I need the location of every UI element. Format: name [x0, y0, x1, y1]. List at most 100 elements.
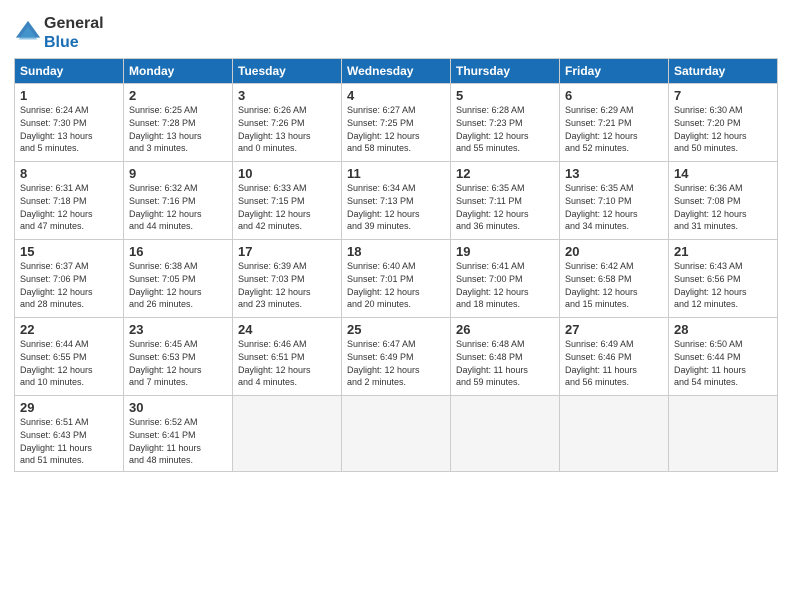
weekday-header-cell: Friday	[560, 59, 669, 84]
day-info: Sunrise: 6:24 AMSunset: 7:30 PMDaylight:…	[20, 104, 118, 154]
day-info: Sunrise: 6:45 AMSunset: 6:53 PMDaylight:…	[129, 338, 227, 388]
day-number: 10	[238, 166, 336, 181]
weekday-header-cell: Monday	[124, 59, 233, 84]
calendar-day-cell: 20Sunrise: 6:42 AMSunset: 6:58 PMDayligh…	[560, 240, 669, 318]
day-info: Sunrise: 6:42 AMSunset: 6:58 PMDaylight:…	[565, 260, 663, 310]
calendar-day-cell	[233, 396, 342, 471]
calendar-week-row: 8Sunrise: 6:31 AMSunset: 7:18 PMDaylight…	[15, 162, 778, 240]
calendar-day-cell	[560, 396, 669, 471]
calendar-day-cell: 17Sunrise: 6:39 AMSunset: 7:03 PMDayligh…	[233, 240, 342, 318]
day-info: Sunrise: 6:38 AMSunset: 7:05 PMDaylight:…	[129, 260, 227, 310]
day-number: 1	[20, 88, 118, 103]
day-info: Sunrise: 6:34 AMSunset: 7:13 PMDaylight:…	[347, 182, 445, 232]
day-info: Sunrise: 6:39 AMSunset: 7:03 PMDaylight:…	[238, 260, 336, 310]
day-number: 27	[565, 322, 663, 337]
day-info: Sunrise: 6:33 AMSunset: 7:15 PMDaylight:…	[238, 182, 336, 232]
day-number: 14	[674, 166, 772, 181]
calendar-day-cell: 6Sunrise: 6:29 AMSunset: 7:21 PMDaylight…	[560, 84, 669, 162]
day-number: 5	[456, 88, 554, 103]
calendar-day-cell: 28Sunrise: 6:50 AMSunset: 6:44 PMDayligh…	[669, 318, 778, 396]
day-info: Sunrise: 6:52 AMSunset: 6:41 PMDaylight:…	[129, 416, 227, 466]
day-number: 3	[238, 88, 336, 103]
day-info: Sunrise: 6:28 AMSunset: 7:23 PMDaylight:…	[456, 104, 554, 154]
calendar-day-cell: 25Sunrise: 6:47 AMSunset: 6:49 PMDayligh…	[342, 318, 451, 396]
day-info: Sunrise: 6:47 AMSunset: 6:49 PMDaylight:…	[347, 338, 445, 388]
day-info: Sunrise: 6:30 AMSunset: 7:20 PMDaylight:…	[674, 104, 772, 154]
calendar-day-cell: 22Sunrise: 6:44 AMSunset: 6:55 PMDayligh…	[15, 318, 124, 396]
day-number: 7	[674, 88, 772, 103]
day-info: Sunrise: 6:49 AMSunset: 6:46 PMDaylight:…	[565, 338, 663, 388]
day-number: 23	[129, 322, 227, 337]
calendar-day-cell: 29Sunrise: 6:51 AMSunset: 6:43 PMDayligh…	[15, 396, 124, 471]
weekday-header-cell: Sunday	[15, 59, 124, 84]
day-info: Sunrise: 6:50 AMSunset: 6:44 PMDaylight:…	[674, 338, 772, 388]
day-number: 28	[674, 322, 772, 337]
day-info: Sunrise: 6:32 AMSunset: 7:16 PMDaylight:…	[129, 182, 227, 232]
calendar-day-cell: 13Sunrise: 6:35 AMSunset: 7:10 PMDayligh…	[560, 162, 669, 240]
calendar-day-cell: 7Sunrise: 6:30 AMSunset: 7:20 PMDaylight…	[669, 84, 778, 162]
day-number: 17	[238, 244, 336, 259]
weekday-header-cell: Saturday	[669, 59, 778, 84]
day-number: 22	[20, 322, 118, 337]
day-number: 12	[456, 166, 554, 181]
calendar-day-cell: 4Sunrise: 6:27 AMSunset: 7:25 PMDaylight…	[342, 84, 451, 162]
calendar-body: 1Sunrise: 6:24 AMSunset: 7:30 PMDaylight…	[15, 84, 778, 471]
calendar-day-cell: 19Sunrise: 6:41 AMSunset: 7:00 PMDayligh…	[451, 240, 560, 318]
day-number: 2	[129, 88, 227, 103]
calendar-day-cell	[342, 396, 451, 471]
logo: General Blue	[14, 14, 104, 52]
calendar-day-cell: 16Sunrise: 6:38 AMSunset: 7:05 PMDayligh…	[124, 240, 233, 318]
day-info: Sunrise: 6:35 AMSunset: 7:10 PMDaylight:…	[565, 182, 663, 232]
day-info: Sunrise: 6:26 AMSunset: 7:26 PMDaylight:…	[238, 104, 336, 154]
day-number: 9	[129, 166, 227, 181]
day-info: Sunrise: 6:41 AMSunset: 7:00 PMDaylight:…	[456, 260, 554, 310]
calendar-day-cell: 3Sunrise: 6:26 AMSunset: 7:26 PMDaylight…	[233, 84, 342, 162]
day-info: Sunrise: 6:44 AMSunset: 6:55 PMDaylight:…	[20, 338, 118, 388]
calendar-week-row: 1Sunrise: 6:24 AMSunset: 7:30 PMDaylight…	[15, 84, 778, 162]
day-number: 26	[456, 322, 554, 337]
day-number: 13	[565, 166, 663, 181]
day-number: 29	[20, 400, 118, 415]
calendar-day-cell: 9Sunrise: 6:32 AMSunset: 7:16 PMDaylight…	[124, 162, 233, 240]
day-info: Sunrise: 6:48 AMSunset: 6:48 PMDaylight:…	[456, 338, 554, 388]
day-info: Sunrise: 6:36 AMSunset: 7:08 PMDaylight:…	[674, 182, 772, 232]
day-number: 19	[456, 244, 554, 259]
day-info: Sunrise: 6:29 AMSunset: 7:21 PMDaylight:…	[565, 104, 663, 154]
calendar-day-cell: 14Sunrise: 6:36 AMSunset: 7:08 PMDayligh…	[669, 162, 778, 240]
day-info: Sunrise: 6:25 AMSunset: 7:28 PMDaylight:…	[129, 104, 227, 154]
day-info: Sunrise: 6:37 AMSunset: 7:06 PMDaylight:…	[20, 260, 118, 310]
calendar-day-cell: 15Sunrise: 6:37 AMSunset: 7:06 PMDayligh…	[15, 240, 124, 318]
day-info: Sunrise: 6:43 AMSunset: 6:56 PMDaylight:…	[674, 260, 772, 310]
calendar-day-cell: 11Sunrise: 6:34 AMSunset: 7:13 PMDayligh…	[342, 162, 451, 240]
calendar-week-row: 22Sunrise: 6:44 AMSunset: 6:55 PMDayligh…	[15, 318, 778, 396]
logo-text: General Blue	[44, 14, 104, 52]
day-info: Sunrise: 6:51 AMSunset: 6:43 PMDaylight:…	[20, 416, 118, 466]
calendar-day-cell: 1Sunrise: 6:24 AMSunset: 7:30 PMDaylight…	[15, 84, 124, 162]
day-number: 30	[129, 400, 227, 415]
calendar-day-cell	[669, 396, 778, 471]
day-number: 21	[674, 244, 772, 259]
page-container: General Blue SundayMondayTuesdayWednesda…	[0, 0, 792, 480]
calendar-day-cell: 10Sunrise: 6:33 AMSunset: 7:15 PMDayligh…	[233, 162, 342, 240]
calendar-day-cell: 21Sunrise: 6:43 AMSunset: 6:56 PMDayligh…	[669, 240, 778, 318]
calendar-week-row: 29Sunrise: 6:51 AMSunset: 6:43 PMDayligh…	[15, 396, 778, 471]
weekday-header-row: SundayMondayTuesdayWednesdayThursdayFrid…	[15, 59, 778, 84]
day-info: Sunrise: 6:46 AMSunset: 6:51 PMDaylight:…	[238, 338, 336, 388]
calendar-day-cell: 18Sunrise: 6:40 AMSunset: 7:01 PMDayligh…	[342, 240, 451, 318]
weekday-header-cell: Thursday	[451, 59, 560, 84]
weekday-header-cell: Wednesday	[342, 59, 451, 84]
weekday-header-cell: Tuesday	[233, 59, 342, 84]
day-info: Sunrise: 6:35 AMSunset: 7:11 PMDaylight:…	[456, 182, 554, 232]
calendar-day-cell: 23Sunrise: 6:45 AMSunset: 6:53 PMDayligh…	[124, 318, 233, 396]
logo-icon	[14, 19, 42, 47]
calendar-day-cell: 5Sunrise: 6:28 AMSunset: 7:23 PMDaylight…	[451, 84, 560, 162]
calendar-day-cell: 27Sunrise: 6:49 AMSunset: 6:46 PMDayligh…	[560, 318, 669, 396]
calendar-week-row: 15Sunrise: 6:37 AMSunset: 7:06 PMDayligh…	[15, 240, 778, 318]
day-info: Sunrise: 6:27 AMSunset: 7:25 PMDaylight:…	[347, 104, 445, 154]
day-number: 25	[347, 322, 445, 337]
calendar-day-cell: 12Sunrise: 6:35 AMSunset: 7:11 PMDayligh…	[451, 162, 560, 240]
calendar-day-cell: 24Sunrise: 6:46 AMSunset: 6:51 PMDayligh…	[233, 318, 342, 396]
header: General Blue	[14, 10, 778, 52]
day-info: Sunrise: 6:40 AMSunset: 7:01 PMDaylight:…	[347, 260, 445, 310]
day-number: 4	[347, 88, 445, 103]
